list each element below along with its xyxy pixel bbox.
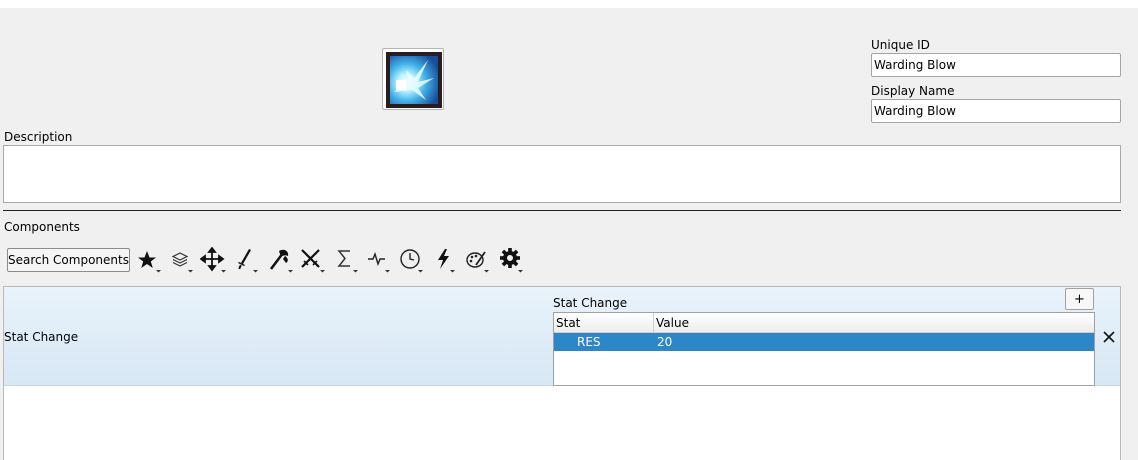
unique-id-label: Unique ID xyxy=(871,38,930,52)
table-row[interactable]: RES 20 xyxy=(554,333,1094,351)
crossed-swords-icon[interactable] xyxy=(299,246,329,274)
move-arrows-icon[interactable] xyxy=(200,246,230,274)
display-name-field[interactable] xyxy=(871,99,1121,123)
ice-burst-icon xyxy=(386,52,442,108)
ability-icon-button[interactable] xyxy=(382,48,444,110)
window-top-strip xyxy=(0,0,1138,8)
close-icon xyxy=(1103,331,1115,343)
lightning-icon[interactable] xyxy=(432,246,462,274)
stat-table: Stat Value RES 20 xyxy=(553,312,1095,386)
description-textarea[interactable] xyxy=(3,145,1121,203)
remove-component-button[interactable] xyxy=(1101,328,1117,346)
column-header-value[interactable]: Value xyxy=(654,313,1094,333)
axe-icon[interactable] xyxy=(266,246,296,274)
gear-icon[interactable] xyxy=(498,246,528,274)
component-name: Stat Change xyxy=(4,330,79,344)
sword-icon[interactable] xyxy=(234,246,264,274)
palette-icon[interactable] xyxy=(464,246,494,274)
section-divider xyxy=(3,210,1121,211)
layers-icon[interactable] xyxy=(168,246,198,274)
value-cell[interactable]: 20 xyxy=(657,333,672,351)
sigma-icon[interactable] xyxy=(334,246,364,274)
clock-icon[interactable] xyxy=(398,246,428,274)
search-components-button[interactable]: Search Components xyxy=(7,248,130,272)
stat-cell[interactable]: RES xyxy=(577,333,601,351)
stat-change-section-label: Stat Change xyxy=(553,296,628,310)
column-header-stat[interactable]: Stat xyxy=(554,313,654,333)
unique-id-field[interactable] xyxy=(871,53,1121,77)
components-label: Components xyxy=(4,220,80,234)
description-label: Description xyxy=(4,130,73,144)
star-icon[interactable] xyxy=(136,246,166,274)
add-stat-button[interactable]: + xyxy=(1065,288,1094,310)
display-name-label: Display Name xyxy=(871,84,955,98)
pulse-icon[interactable] xyxy=(366,246,396,274)
